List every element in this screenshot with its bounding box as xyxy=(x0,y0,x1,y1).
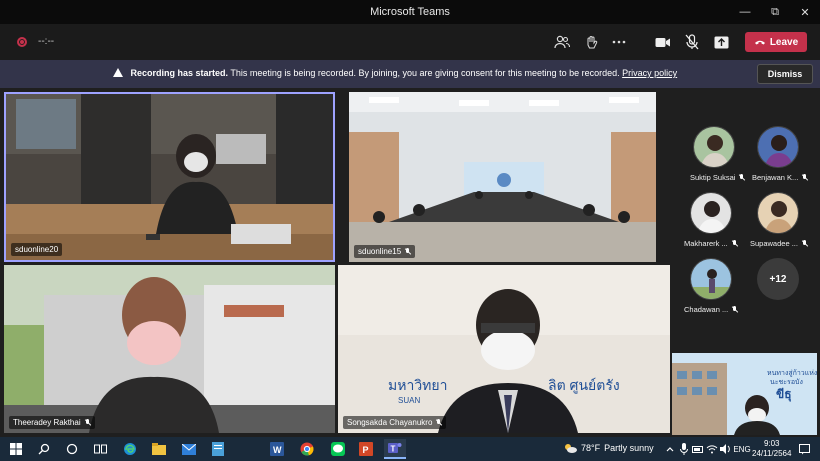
avatar xyxy=(757,192,799,234)
edge-icon[interactable] xyxy=(122,441,138,457)
cortana-icon[interactable] xyxy=(64,441,80,457)
meeting-timer: --:-- xyxy=(38,36,55,47)
search-icon[interactable] xyxy=(36,441,52,457)
dismiss-button[interactable]: Dismiss xyxy=(757,64,813,84)
banner-text: ลิต ศูนย์ตรัง xyxy=(548,377,620,394)
temperature: 78°F xyxy=(581,443,601,453)
self-view-text: ขีธุ xyxy=(776,387,792,402)
svg-text:P: P xyxy=(363,445,369,455)
roster-name: Supawadee ... xyxy=(750,239,808,248)
roster-name: Makharerk ... xyxy=(684,239,738,248)
self-view-text: หนทางสู่ก้าวแห่ง xyxy=(767,369,817,377)
partly-sunny-icon xyxy=(565,444,577,453)
video-feed xyxy=(6,94,333,260)
raise-hand-icon[interactable] xyxy=(582,33,600,51)
mic-off-icon xyxy=(801,239,808,248)
mic-off-icon xyxy=(731,239,738,248)
roster-item[interactable]: Supawadee ... xyxy=(750,192,808,248)
overflow-count[interactable]: +12 xyxy=(757,258,799,300)
mic-off-icon xyxy=(738,173,745,182)
banner-text: มหาวิทยา xyxy=(388,377,447,393)
powerpoint-icon[interactable]: P xyxy=(358,441,374,457)
video-feed xyxy=(349,92,656,262)
windows-taskbar: W P T 78°F Partly sunny ENG 9:03 24/11/2… xyxy=(0,437,820,461)
share-icon[interactable] xyxy=(712,33,730,51)
window-controls: — ⧉ ✕ xyxy=(730,0,820,24)
people-icon[interactable] xyxy=(553,33,571,51)
chrome-icon[interactable] xyxy=(299,441,315,457)
teams-icon[interactable]: T xyxy=(384,439,406,459)
notification-icon[interactable] xyxy=(796,441,812,457)
avatar xyxy=(757,126,799,168)
warning-icon xyxy=(113,68,123,77)
roster-item[interactable]: Makharerk ... xyxy=(684,192,738,248)
tile-name-label: sduonline15 xyxy=(354,245,416,258)
roster-item[interactable]: Chadawan ... xyxy=(684,258,738,314)
title-bar: Microsoft Teams — ⧉ ✕ xyxy=(0,0,820,24)
banner-bold: Recording has started. xyxy=(130,68,229,78)
notes-icon[interactable] xyxy=(210,441,226,457)
roster-overflow[interactable]: +12 xyxy=(757,258,799,300)
roster-name: Chadawan ... xyxy=(684,305,738,314)
word-icon[interactable]: W xyxy=(269,441,285,457)
camera-icon[interactable] xyxy=(654,33,672,51)
video-tile-theeradey[interactable]: Theeradey Rakthai xyxy=(4,265,335,433)
leave-button[interactable]: Leave xyxy=(745,32,807,52)
video-feed: มหาวิทยา ลิต ศูนย์ตรัง SUAN xyxy=(338,265,670,433)
close-icon[interactable]: ✕ xyxy=(790,0,820,24)
clock-time: 9:03 xyxy=(763,439,780,448)
banner-text: This meeting is being recorded. By joini… xyxy=(230,68,620,78)
tile-name-label: sduonline20 xyxy=(11,243,63,256)
minimize-icon[interactable]: — xyxy=(730,0,760,24)
mic-off-icon xyxy=(84,418,91,427)
windows-icon[interactable] xyxy=(8,441,24,457)
tile-name-label: Theeradey Rakthai xyxy=(9,416,95,429)
system-clock[interactable]: 9:03 24/11/2564 xyxy=(752,439,791,459)
weather-text: Partly sunny xyxy=(604,443,654,453)
self-view-tile[interactable]: หนทางสู่ก้าวแห่ง นะชะรอบัง ขีธุ xyxy=(672,353,817,435)
mail-icon[interactable] xyxy=(181,441,197,457)
explorer-icon[interactable] xyxy=(151,441,167,457)
recording-indicator-icon xyxy=(17,37,27,47)
video-feed: หนทางสู่ก้าวแห่ง นะชะรอบัง ขีธุ xyxy=(672,353,817,435)
video-tile-sduonline15[interactable]: sduonline15 xyxy=(349,92,656,262)
mic-off-icon xyxy=(731,305,738,314)
svg-text:W: W xyxy=(273,445,282,455)
clock-date: 24/11/2564 xyxy=(752,449,792,458)
language-icon[interactable]: ENG xyxy=(733,441,750,457)
avatar xyxy=(693,126,735,168)
restore-icon[interactable]: ⧉ xyxy=(760,0,790,24)
more-icon[interactable] xyxy=(610,33,628,51)
mic-off-icon xyxy=(801,173,808,182)
line-icon[interactable] xyxy=(330,441,346,457)
svg-text:T: T xyxy=(391,445,396,454)
weather-widget[interactable]: 78°F Partly sunny xyxy=(563,443,654,453)
avatar xyxy=(690,192,732,234)
phone-hangup-icon xyxy=(754,40,765,45)
video-feed xyxy=(4,265,335,433)
roster-name: Benjawan K... xyxy=(752,173,808,182)
mic-off-icon xyxy=(435,418,442,427)
roster-item[interactable]: Suktip Suksai xyxy=(690,126,745,182)
mic-off-icon xyxy=(404,247,411,256)
avatar xyxy=(690,258,732,300)
banner-message: Recording has started. This meeting is b… xyxy=(113,68,677,78)
video-tile-sduonline20[interactable]: sduonline20 xyxy=(4,92,335,262)
roster-item[interactable]: Benjawan K... xyxy=(752,126,808,182)
banner-text: SUAN xyxy=(398,396,420,405)
video-stage: sduonline20 sduonline15 Theeradey Raktha… xyxy=(0,88,820,437)
meeting-toolbar: --:-- Leave xyxy=(0,24,820,60)
video-tile-songsakda[interactable]: มหาวิทยา ลิต ศูนย์ตรัง SUAN Songsakda Ch… xyxy=(338,265,670,433)
window-title: Microsoft Teams xyxy=(370,6,450,18)
tile-name-label: Songsakda Chayanukro xyxy=(343,416,447,429)
mic-off-icon[interactable] xyxy=(683,33,701,51)
privacy-policy-link[interactable]: Privacy policy xyxy=(622,68,677,78)
self-view-text: นะชะรอบัง xyxy=(770,378,803,386)
volume-icon[interactable] xyxy=(718,441,734,457)
leave-label: Leave xyxy=(769,36,799,48)
taskview-icon[interactable] xyxy=(92,441,108,457)
recording-banner: Recording has started. This meeting is b… xyxy=(0,60,820,88)
roster-name: Suktip Suksai xyxy=(690,173,745,182)
